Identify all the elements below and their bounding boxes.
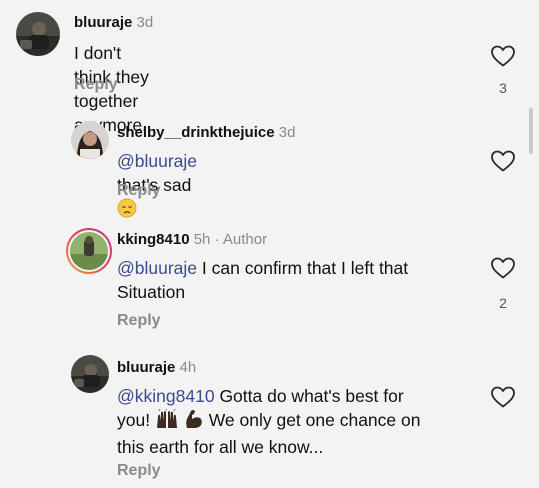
- comment-line: this earth for all we know...: [117, 437, 324, 457]
- comment-line: Situation: [117, 282, 186, 302]
- comment-line: you! We only get one chance on: [117, 408, 477, 435]
- comment-text: @kking8410 Gotta do what's best for you!…: [117, 384, 477, 459]
- heart-icon[interactable]: [490, 149, 516, 173]
- comment-body: I can confirm that I left that: [201, 258, 409, 278]
- mention-link[interactable]: @bluuraje: [117, 258, 197, 278]
- username[interactable]: kking8410: [117, 231, 190, 248]
- disappointed-face-icon: [117, 198, 137, 224]
- author-badge: · Author: [214, 231, 268, 248]
- flexed-biceps-icon: [184, 409, 204, 435]
- comment-meta: bluuraje 4h: [117, 359, 196, 376]
- avatar[interactable]: [71, 355, 109, 393]
- avatar[interactable]: [71, 121, 109, 159]
- comment-text: @bluuraje I can confirm that I left that…: [117, 256, 477, 304]
- avatar-story-ring[interactable]: [66, 228, 112, 274]
- heart-icon[interactable]: [490, 385, 516, 409]
- comment-meta: shelby__drinkthejuice 3d: [117, 124, 295, 141]
- comment-line: @kking8410 Gotta do what's best for: [117, 384, 477, 408]
- reply-button[interactable]: Reply: [74, 76, 118, 94]
- comment-body: you!: [117, 410, 151, 430]
- comment-body: We only get one chance on: [208, 410, 421, 430]
- username[interactable]: shelby__drinkthejuice: [117, 124, 275, 141]
- username[interactable]: bluuraje: [74, 14, 132, 31]
- timestamp: 3d: [136, 14, 154, 31]
- mention-link[interactable]: @kking8410: [117, 386, 215, 406]
- timestamp: 5h: [193, 231, 211, 248]
- like-count: 3: [499, 80, 507, 96]
- comment-line: @bluuraje I can confirm that I left that: [117, 256, 477, 280]
- comment-body: Gotta do what's best for: [219, 386, 404, 406]
- heart-icon[interactable]: [490, 256, 516, 280]
- like-count: 2: [499, 295, 507, 311]
- heart-icon[interactable]: [490, 44, 516, 68]
- avatar[interactable]: [16, 12, 60, 56]
- mention-link[interactable]: @bluuraje: [117, 151, 197, 171]
- comment-meta: bluuraje 3d: [74, 14, 153, 31]
- reply-button[interactable]: Reply: [117, 182, 161, 200]
- reply-button[interactable]: Reply: [117, 462, 161, 480]
- comment-meta: kking8410 5h · Author: [117, 231, 267, 248]
- scrollbar[interactable]: [529, 108, 533, 154]
- reply-button[interactable]: Reply: [117, 312, 161, 330]
- raising-hands-icon: [155, 408, 179, 435]
- username[interactable]: bluuraje: [117, 359, 175, 376]
- timestamp: 4h: [179, 359, 197, 376]
- timestamp: 3d: [278, 124, 296, 141]
